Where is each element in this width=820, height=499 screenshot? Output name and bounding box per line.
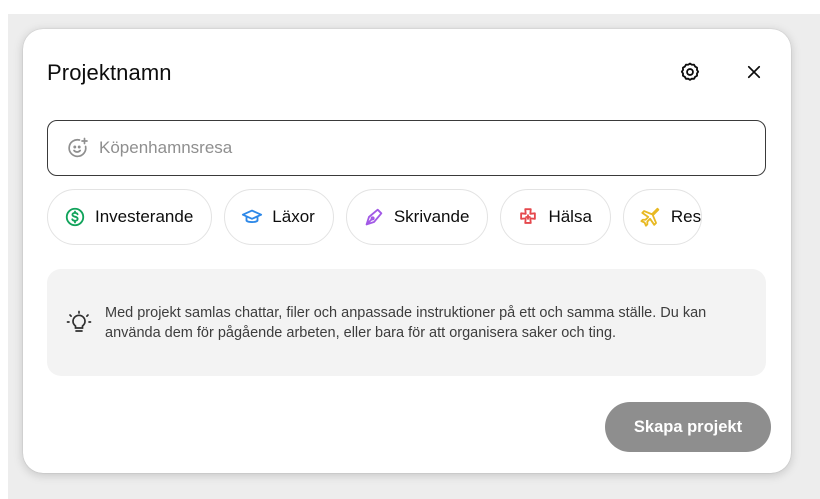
info-text: Med projekt samlas chattar, filer och an… [105,304,707,341]
lightbulb-icon [66,310,92,332]
chip-investerande[interactable]: Investerande [47,189,213,245]
settings-button[interactable] [674,56,706,88]
project-name-input[interactable] [99,138,699,158]
graduation-cap-icon [242,209,263,223]
create-project-button[interactable]: Skapa projekt [605,402,771,452]
chip-label: Investerande [95,207,194,226]
chip-label: Hälsa [548,207,592,226]
pen-nib-icon [365,208,383,226]
close-button[interactable] [738,56,770,88]
project-name-field[interactable] [47,120,766,176]
chip-laxor[interactable]: Läxor [224,189,334,245]
backdrop-top [0,0,820,14]
add-emoji-icon[interactable] [66,136,90,160]
dialog-title: Projektnamn [47,60,172,85]
dollar-circle-icon [65,207,85,227]
category-chips: Investerande Läxor Skrivande Hälsa Res [47,189,791,245]
backdrop-left [0,0,8,499]
chip-label: Skrivande [393,207,470,226]
close-icon [747,65,761,79]
chip-skrivande[interactable]: Skrivande [345,189,489,245]
gear-icon [680,62,700,81]
chip-halsa[interactable]: Hälsa [500,189,611,245]
chip-res[interactable]: Res [622,189,703,245]
medical-cross-icon [520,208,537,224]
airplane-icon [640,207,660,227]
project-info-box: Med projekt samlas chattar, filer och an… [47,269,766,376]
chip-label: Res [670,207,702,226]
chip-label: Läxor [272,207,315,226]
create-project-dialog: Projektnamn Investerande [23,29,791,473]
